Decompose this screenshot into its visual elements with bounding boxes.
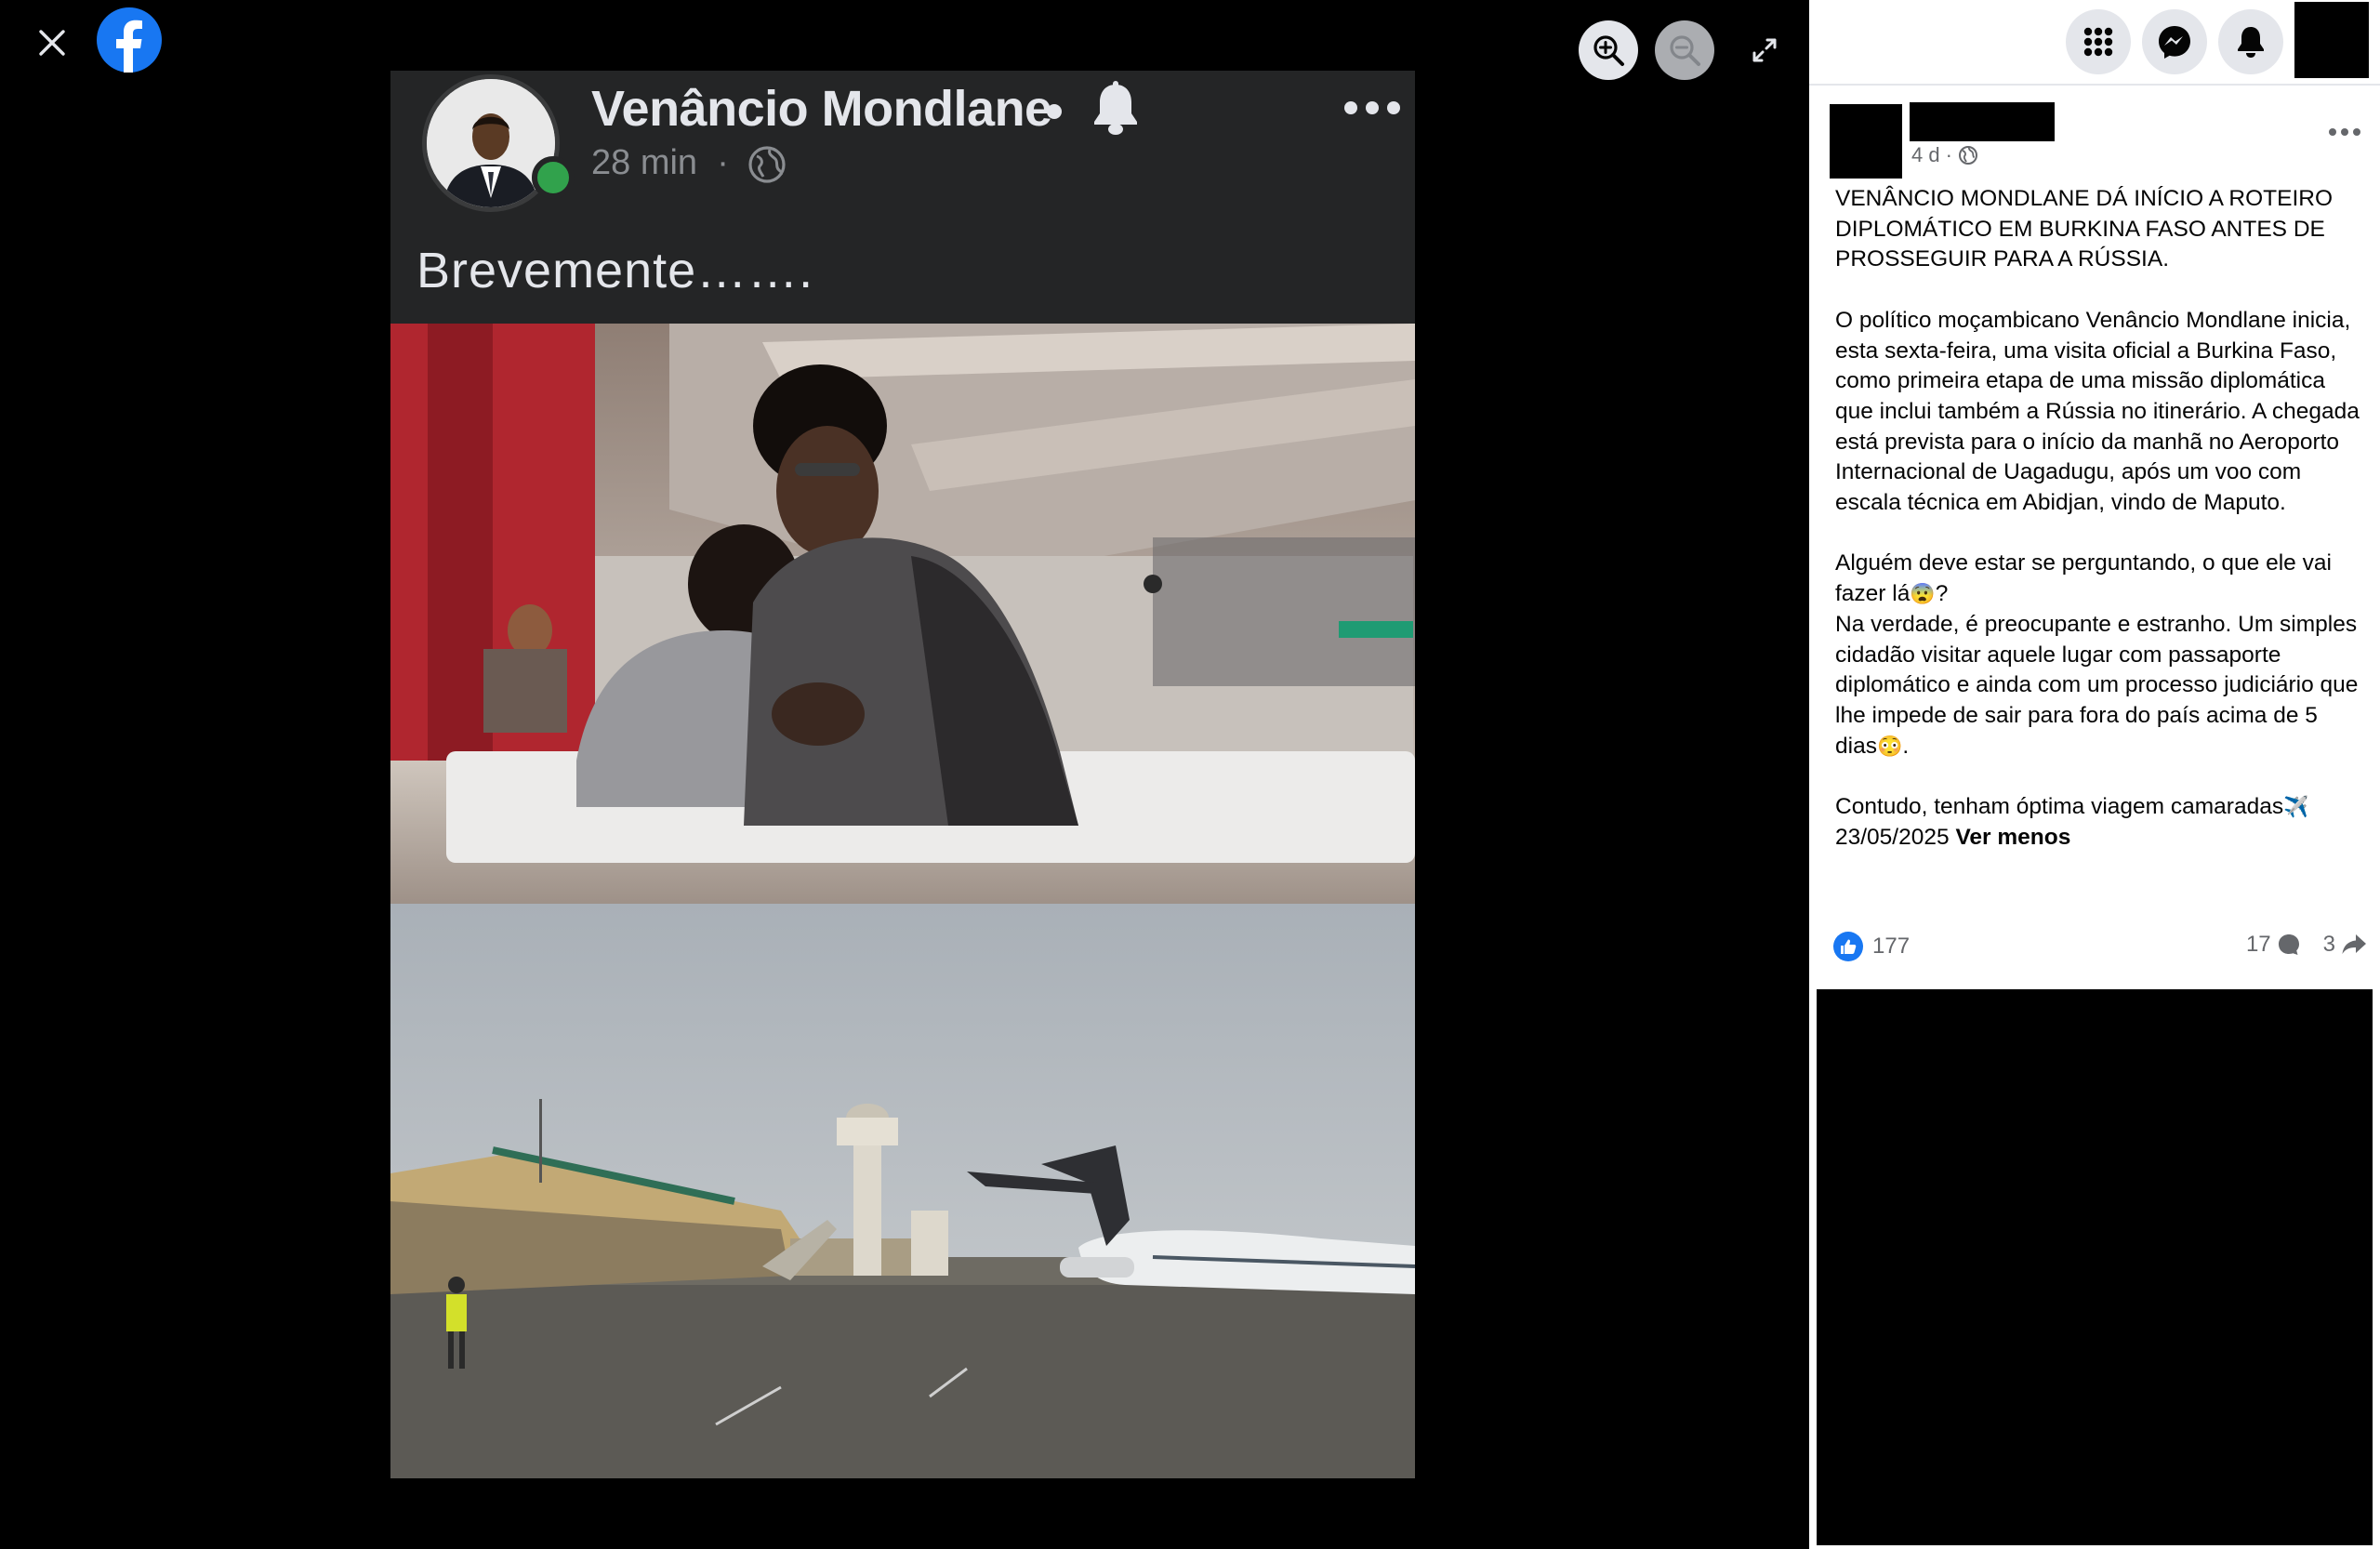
airplane-emoji: ✈️ [2283,795,2309,819]
post-photo: Venâncio Mondlane 28 min · Brevemente……. [390,71,1415,1478]
menu-button[interactable] [2066,9,2131,74]
bell-icon [1094,81,1137,135]
likes-count: 177 [1872,933,1911,959]
share-icon [2342,934,2366,954]
notifications-bell-icon [2238,27,2264,58]
zoom-out-icon [1670,35,1700,66]
fearful-face-emoji: 😨 [1910,582,1936,606]
photo-caption: Brevemente……. [416,243,814,298]
post-author-avatar[interactable] [1830,104,1902,179]
post-options-button[interactable] [2322,123,2367,141]
redacted-comments-area [1817,989,2373,1545]
post-paragraph: Alguém deve estar se perguntando, o que … [1835,550,2332,607]
photo-post-header: Venâncio Mondlane 28 min · Brevemente……. [390,71,1415,324]
post-paragraph: Na verdade, é preocupante e estranho. Um… [1835,611,2359,759]
zoom-out-button[interactable] [1655,20,1714,80]
post-time[interactable]: 4 d [1911,143,1940,167]
airport-interior-image [390,324,1415,904]
see-less-link[interactable]: Ver menos [1955,825,2070,850]
close-button[interactable] [28,19,76,67]
photo-author-name: Venâncio Mondlane [591,81,1052,137]
airport-exterior-image [390,904,1415,1478]
messenger-button[interactable] [2142,9,2207,74]
reactions-summary[interactable]: 177 [1833,932,1910,961]
account-avatar[interactable] [2294,2,2369,78]
post-paragraph: O político moçambicano Venâncio Mondlane… [1835,307,2360,516]
like-icon [1833,932,1863,961]
post-paragraph: VENÂNCIO MONDLANE DÁ INÍCIO A ROTEIRO DI… [1835,186,2334,272]
post-author-name-redacted[interactable] [1910,102,2055,141]
post-meta: 4 d · [1911,143,1978,167]
menu-grid-icon [2083,27,2113,57]
globe-icon [1958,146,1977,165]
post-side-panel: 4 d · VENÂNCIO MONDLANE DÁ INÍCIO A ROTE… [1809,0,2380,1549]
close-icon [39,30,65,56]
top-navigation-bar [1809,0,2380,86]
notifications-button[interactable] [2218,9,2283,74]
comments-count-button[interactable]: 17 [2246,932,2301,958]
comment-icon [2278,934,2299,955]
engagement-counts: 17 3 [2246,932,2367,958]
fullscreen-button[interactable] [1735,20,1794,80]
post-date: 23/05/2025 [1835,824,1950,850]
post-paragraph: Contudo, tenham óptima viagem camaradas✈… [1835,794,2309,820]
online-status-dot [532,156,575,199]
messenger-icon [2159,26,2190,59]
post-paragraph: 23/05/2025 Ver menos [1835,823,2365,854]
facebook-logo-icon[interactable] [97,7,162,73]
zoom-in-button[interactable] [1579,20,1638,80]
photo-more-icon [1344,97,1400,119]
photo-viewer: Venâncio Mondlane 28 min · Brevemente……. [0,0,1809,1549]
zoom-in-icon [1593,35,1624,66]
globe-icon [748,146,786,183]
shares-count-button[interactable]: 3 [2323,932,2367,958]
post-body: VENÂNCIO MONDLANE DÁ INÍCIO A ROTEIRO DI… [1835,184,2365,853]
separator-dot [1047,104,1062,119]
fullscreen-icon [1752,38,1777,62]
flushed-face-emoji: 😳 [1876,734,1903,758]
photo-post-time: 28 min · [591,143,729,182]
